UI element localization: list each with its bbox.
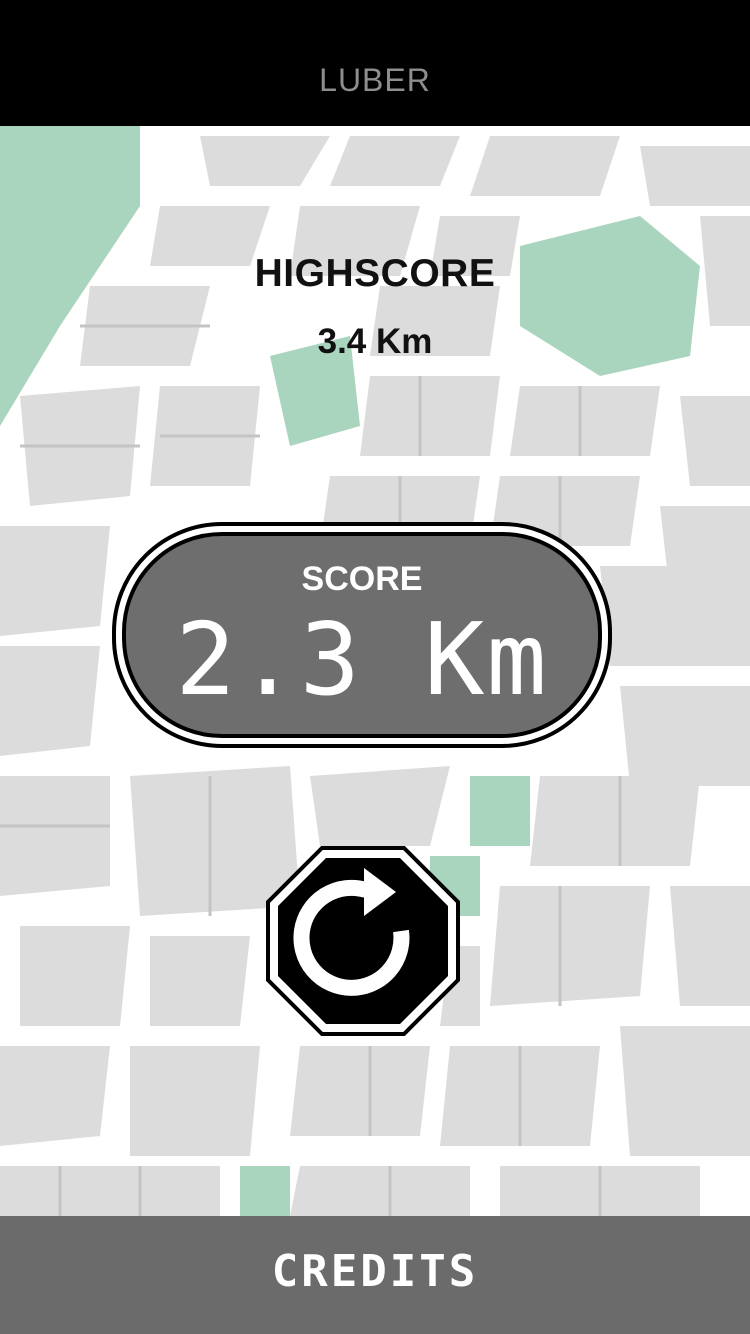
score-panel: SCORE 2.3 Km [112, 522, 612, 748]
app-title: LUBER [319, 62, 431, 98]
score-label: SCORE [301, 560, 423, 598]
restart-button[interactable] [266, 846, 460, 1036]
credits-label: CREDITS [271, 1246, 479, 1297]
score-value: 2.3 Km [175, 601, 549, 718]
credits-button[interactable]: CREDITS [0, 1216, 750, 1334]
game-over-screen: LUBER HIGHSCORE 3.4 Km SCORE 2.3 Km CRED… [0, 0, 750, 1334]
top-bar: LUBER [0, 0, 750, 126]
restart-arrow-icon [266, 846, 460, 1036]
highscore-label: HIGHSCORE [254, 252, 496, 295]
highscore-value: 3.4 Km [317, 322, 433, 361]
